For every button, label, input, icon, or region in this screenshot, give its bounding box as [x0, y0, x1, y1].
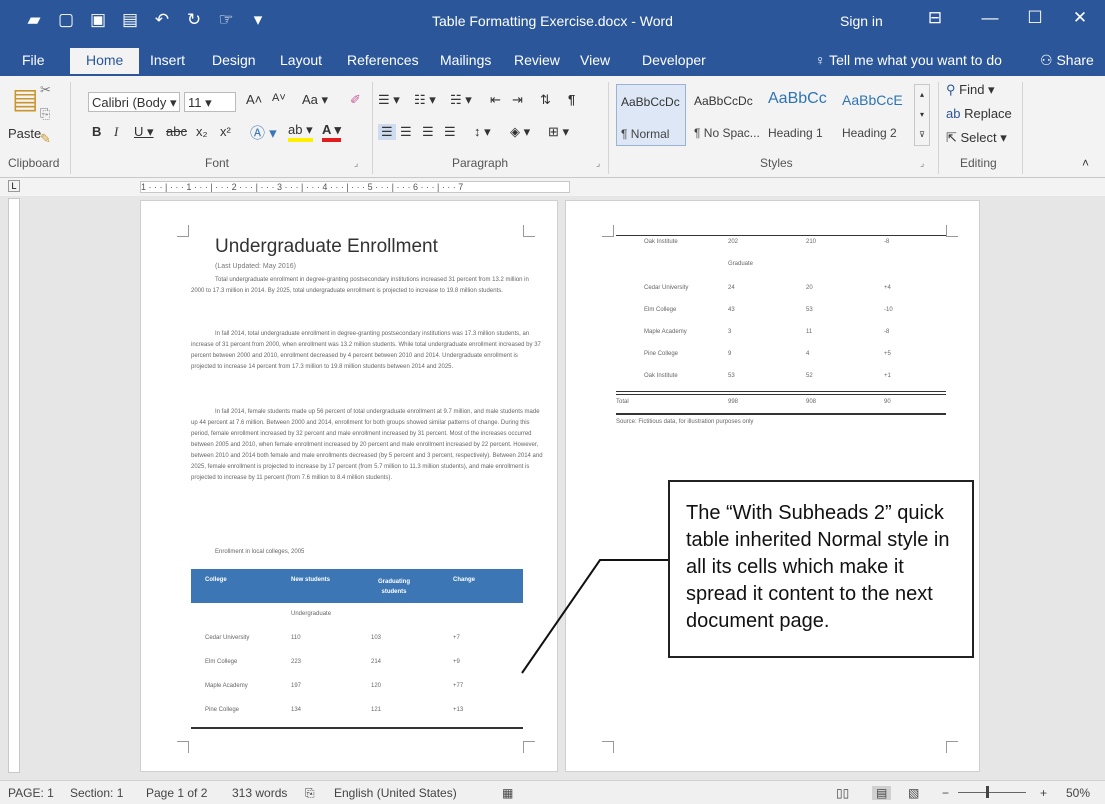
status-language[interactable]: English (United States)	[334, 786, 457, 800]
web-layout-icon[interactable]: ▧	[908, 786, 919, 800]
status-section[interactable]: Section: 1	[70, 786, 123, 800]
status-page-count[interactable]: Page 1 of 2	[146, 786, 207, 800]
macro-record-icon[interactable]: ▦	[502, 786, 513, 800]
annotation-callout: The “With Subheads 2” quick table inheri…	[668, 480, 974, 658]
callout-leader	[521, 559, 668, 674]
zoom-in-icon[interactable]: +	[1040, 786, 1047, 800]
print-layout-icon[interactable]: ▤	[872, 786, 892, 800]
proofing-icon[interactable]: ⎘	[305, 786, 315, 801]
zoom-slider[interactable]	[958, 792, 1026, 793]
read-mode-icon[interactable]: ▯▯	[836, 786, 849, 800]
status-page[interactable]: PAGE: 1	[8, 786, 54, 800]
status-bar: PAGE: 1 Section: 1 Page 1 of 2 313 words…	[0, 780, 1105, 804]
zoom-slider-thumb[interactable]	[986, 786, 989, 798]
zoom-level[interactable]: 50%	[1066, 786, 1090, 800]
status-word-count[interactable]: 313 words	[232, 786, 287, 800]
zoom-out-icon[interactable]: −	[942, 786, 949, 800]
